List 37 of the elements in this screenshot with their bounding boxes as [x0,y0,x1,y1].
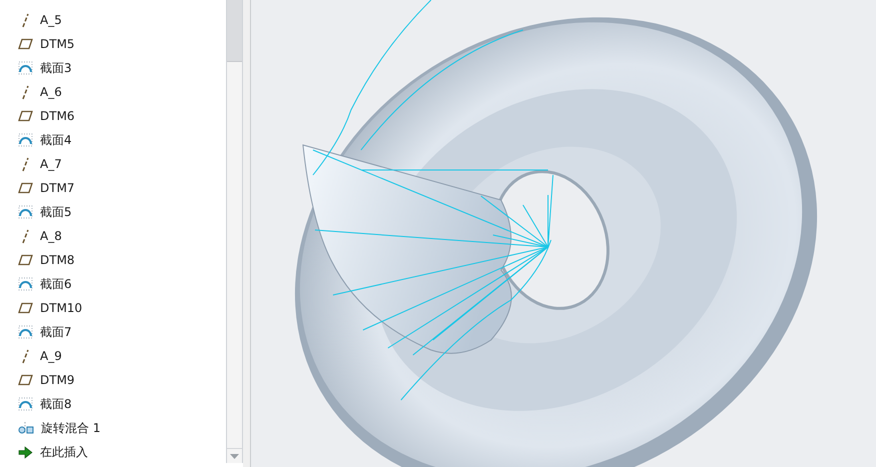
plane-icon [18,38,33,50]
tree-item[interactable]: DTM10 [0,296,226,320]
arrow-icon [18,446,33,458]
plane-icon [18,110,33,122]
plane-icon [18,254,33,266]
tree-item[interactable]: DTM7 [0,176,226,200]
tree-item[interactable]: A_8 [0,224,226,248]
tree-item[interactable]: 截面3 [0,56,226,80]
tree-item[interactable]: A_6 [0,80,226,104]
tree-item[interactable]: 在此插入 [0,440,226,464]
tree-item[interactable]: 截面7 [0,320,226,344]
tree-item[interactable]: DTM6 [0,104,226,128]
sketch-arc-icon [18,61,33,75]
tree-item[interactable]: DTM5 [0,32,226,56]
tree-item[interactable]: 截面5 [0,200,226,224]
tree-item[interactable]: DTM8 [0,248,226,272]
sketch-arc-icon [18,325,33,339]
sketch-arc-icon [18,277,33,291]
plane-icon [18,374,33,386]
splitter[interactable] [243,0,251,467]
caret-down-icon [230,454,239,458]
tree-item[interactable]: 截面4 [0,128,226,152]
tree-item[interactable]: A_9 [0,344,226,368]
plane-icon [18,182,33,194]
tree-item[interactable]: 截面6 [0,272,226,296]
sketch-arc-icon [18,397,33,411]
tree-item[interactable]: A_7 [0,152,226,176]
scrollbar-thumb[interactable] [227,0,242,62]
scrollbar[interactable] [226,0,243,463]
sketch-arc-icon [18,205,33,219]
tree-item[interactable]: DTM9 [0,368,226,392]
tree-item[interactable]: 截面8 [0,392,226,416]
feature-icon [18,421,34,435]
tree-item[interactable]: 旋转混合 1 [0,416,226,440]
tree-item[interactable]: A_5 [0,8,226,32]
plane-icon [18,302,33,314]
sketch-arc-icon [18,133,33,147]
